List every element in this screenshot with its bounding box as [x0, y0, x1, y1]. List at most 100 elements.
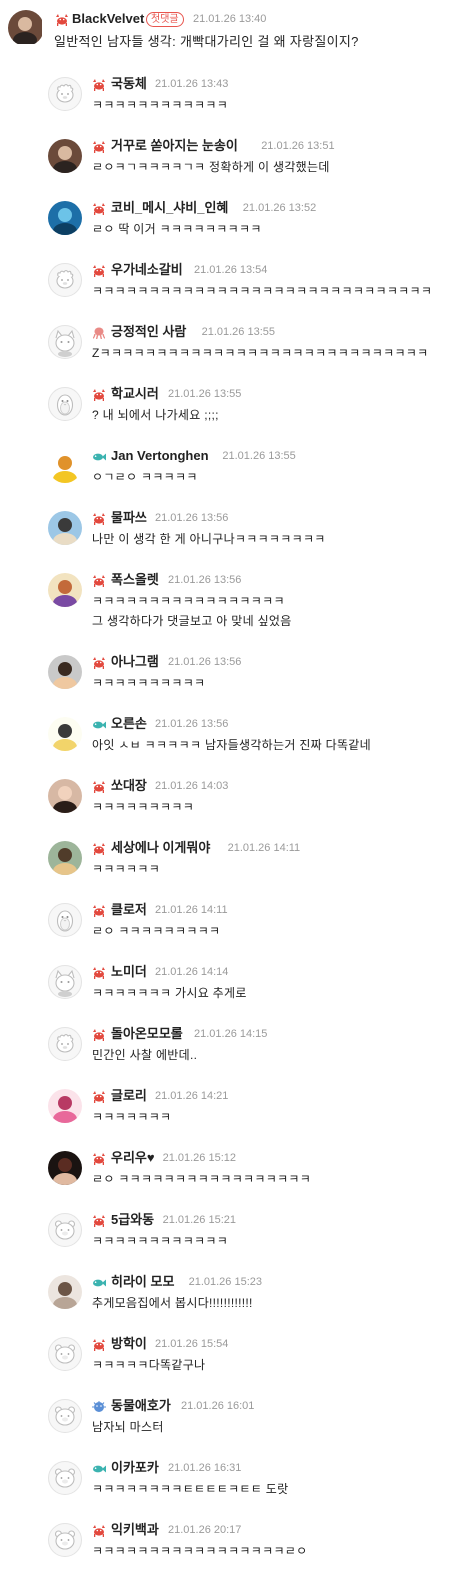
nickname[interactable]: BlackVelvet	[72, 11, 144, 26]
reply-comment: 노미더 21.01.26 14:14 ㅋㅋㅋㅋㅋㅋㅋ 가시요 추게로	[0, 963, 451, 1023]
crab-badge-icon	[92, 78, 106, 91]
nickname[interactable]: 익키백과	[111, 1522, 159, 1537]
avatar[interactable]	[48, 1151, 82, 1185]
timestamp: 21.01.26 15:54	[155, 1338, 229, 1350]
timestamp: 21.01.26 14:11	[227, 842, 301, 854]
avatar[interactable]	[8, 10, 44, 46]
nickname[interactable]: 긍정적인 사람	[111, 324, 186, 339]
reply-comment: 우리우♥ 21.01.26 15:12 ㄹㅇ ㅋㅋㅋㅋㅋㅋㅋㅋㅋㅋㅋㅋㅋㅋㅋㅋㅋ	[0, 1149, 451, 1209]
timestamp: 21.01.26 13:52	[242, 202, 317, 214]
avatar[interactable]	[48, 1213, 82, 1247]
nickname[interactable]: 클로저	[111, 902, 147, 917]
nickname[interactable]: 방학이	[111, 1336, 147, 1351]
nickname[interactable]: 폭스올렛	[111, 572, 159, 587]
nickname[interactable]: 거꾸로 쏟아지는 눈송이	[111, 138, 238, 153]
nickname[interactable]: 글로리	[111, 1088, 147, 1103]
nickname[interactable]: 노미더	[111, 964, 147, 979]
nickname[interactable]: 동물애호가	[111, 1398, 171, 1413]
reply-comment: 돌아온모모롤 21.01.26 14:15 민간인 사찰 에반데..	[0, 1025, 451, 1085]
crab-badge-icon	[92, 904, 106, 917]
avatar[interactable]	[48, 1399, 82, 1433]
avatar[interactable]	[48, 263, 82, 297]
nickname[interactable]: 이카포카	[111, 1460, 159, 1475]
nickname[interactable]: 국동체	[111, 76, 147, 91]
comment-text: 그 생각하다가 댓글보고 아 맞네 싶었음	[92, 614, 292, 628]
nickname[interactable]: Jan Vertonghen	[111, 448, 209, 463]
timestamp: 21.01.26 13:54	[194, 264, 268, 276]
avatar[interactable]	[48, 573, 82, 607]
nickname[interactable]: 돌아온모모롤	[111, 1026, 183, 1041]
comment-text: 일반적인 남자들 생각: 개빡대가리인 걸 왜 자랑질이지?	[54, 34, 359, 49]
crab-badge-icon	[92, 1338, 106, 1351]
nickname[interactable]: 히라이 모모	[111, 1274, 174, 1289]
avatar[interactable]	[48, 779, 82, 813]
nickname[interactable]: 쏘대장	[111, 778, 147, 793]
nickname[interactable]: 세상에나 이게뭐야	[111, 840, 210, 855]
avatar[interactable]	[48, 1337, 82, 1371]
comment-text: ㅇㄱㄹㅇ ㅋㅋㅋㅋㅋ	[92, 470, 198, 484]
avatar[interactable]	[48, 841, 82, 875]
comment-text: ㅋㅋㅋㅋㅋㅋ	[92, 862, 161, 876]
avatar[interactable]	[48, 965, 82, 999]
comment-text: ㅋㅋㅋㅋㅋ다똑같구나	[92, 1358, 206, 1372]
avatar[interactable]	[48, 903, 82, 937]
crab-badge-icon	[92, 1028, 106, 1041]
reply-comment: 세상에나 이게뭐야 21.01.26 14:11 ㅋㅋㅋㅋㅋㅋ	[0, 839, 451, 899]
timestamp: 21.01.26 16:01	[181, 1400, 255, 1412]
nickname[interactable]: 5급와동	[111, 1212, 154, 1227]
timestamp: 21.01.26 14:11	[155, 904, 228, 916]
crab-badge-icon	[92, 656, 106, 669]
avatar[interactable]	[48, 1523, 82, 1557]
timestamp: 21.01.26 13:55	[201, 326, 275, 338]
timestamp: 21.01.26 14:03	[155, 780, 229, 792]
avatar[interactable]	[48, 325, 82, 359]
nickname[interactable]: 우가네소갈비	[111, 262, 183, 277]
crab-badge-icon	[92, 1214, 106, 1227]
reply-comment: 우가네소갈비 21.01.26 13:54 ㅋㅋㅋㅋㅋㅋㅋㅋㅋㅋㅋㅋㅋㅋㅋㅋㅋㅋㅋㅋ…	[0, 261, 451, 321]
comment-text: ㄹㅇ ㅋㅋㅋㅋㅋㅋㅋㅋㅋ	[92, 924, 221, 938]
crab-badge-icon	[92, 388, 106, 401]
op-badge: 첫댓글	[146, 12, 184, 27]
reply-comment: 동물애호가 21.01.26 16:01 남자뇌 마스터	[0, 1397, 451, 1457]
nickname[interactable]: 물파쓰	[111, 510, 147, 525]
avatar[interactable]	[48, 1027, 82, 1061]
comment-text: ㅋㅋㅋㅋㅋㅋㅋㅋㅋㅋㅋㅋㅋㅋㅋㅋㅋㄹㅇ	[92, 1544, 308, 1558]
nickname[interactable]: 학교시러	[111, 386, 159, 401]
avatar[interactable]	[48, 655, 82, 689]
timestamp: 21.01.26 13:51	[261, 140, 335, 152]
comment-text: ㅋㅋㅋㅋㅋㅋㅋㅋㅋ	[92, 800, 195, 814]
avatar[interactable]	[48, 201, 82, 235]
reply-comment: 글로리 21.01.26 14:21 ㅋㅋㅋㅋㅋㅋㅋ	[0, 1087, 451, 1147]
comment-text: 민간인 사찰 에반데..	[92, 1048, 198, 1062]
nickname[interactable]: 오른손	[111, 716, 147, 731]
timestamp: 21.01.26 20:17	[168, 1524, 242, 1536]
nickname[interactable]: 우리우♥	[111, 1150, 155, 1165]
nickname[interactable]: 아나그램	[111, 654, 159, 669]
crab-badge-icon	[92, 966, 106, 979]
avatar[interactable]	[48, 511, 82, 545]
crab-badge-icon	[92, 842, 106, 855]
avatar[interactable]	[48, 387, 82, 421]
crab-badge-icon	[92, 202, 106, 215]
avatar[interactable]	[48, 717, 82, 751]
reply-comment: 이카포카 21.01.26 16:31 ㅋㅋㅋㅋㅋㅋㅋㅋㅌㅌㅌㅌㅋㅌㅌ 도랏	[0, 1459, 451, 1519]
avatar[interactable]	[48, 1089, 82, 1123]
reply-comment: 5급와동 21.01.26 15:21 ㅋㅋㅋㅋㅋㅋㅋㅋㅋㅋㅋㅋ	[0, 1211, 451, 1271]
timestamp: 21.01.26 13:55	[222, 450, 296, 462]
avatar[interactable]	[48, 1275, 82, 1309]
fish-badge-icon	[92, 1276, 106, 1288]
reply-comment: Jan Vertonghen 21.01.26 13:55 ㅇㄱㄹㅇ ㅋㅋㅋㅋㅋ	[0, 447, 451, 507]
reply-comment: 거꾸로 쏟아지는 눈송이 21.01.26 13:51 ㄹㅇㅋㄱㅋㅋㅋㅋㄱㅋ 정확하…	[0, 137, 451, 197]
timestamp: 21.01.26 16:31	[168, 1462, 242, 1474]
top-comment: BlackVelvet 첫댓글 21.01.26 13:40 일반적인 남자들 생각:…	[0, 0, 451, 60]
timestamp: 21.01.26 15:23	[188, 1276, 262, 1288]
fish-badge-icon	[92, 718, 106, 730]
avatar[interactable]	[48, 77, 82, 111]
nickname[interactable]: 코비_메시_샤비_인혜	[111, 200, 228, 215]
avatar[interactable]	[48, 449, 82, 483]
reply-comment: 국동체 21.01.26 13:43 ㅋㅋㅋㅋㅋㅋㅋㅋㅋㅋㅋㅋ	[0, 75, 451, 135]
crab-badge-icon	[92, 264, 106, 277]
avatar[interactable]	[48, 139, 82, 173]
avatar[interactable]	[48, 1461, 82, 1495]
comment-text: ? 내 뇌에서 나가세요 ;;;;	[92, 408, 219, 422]
